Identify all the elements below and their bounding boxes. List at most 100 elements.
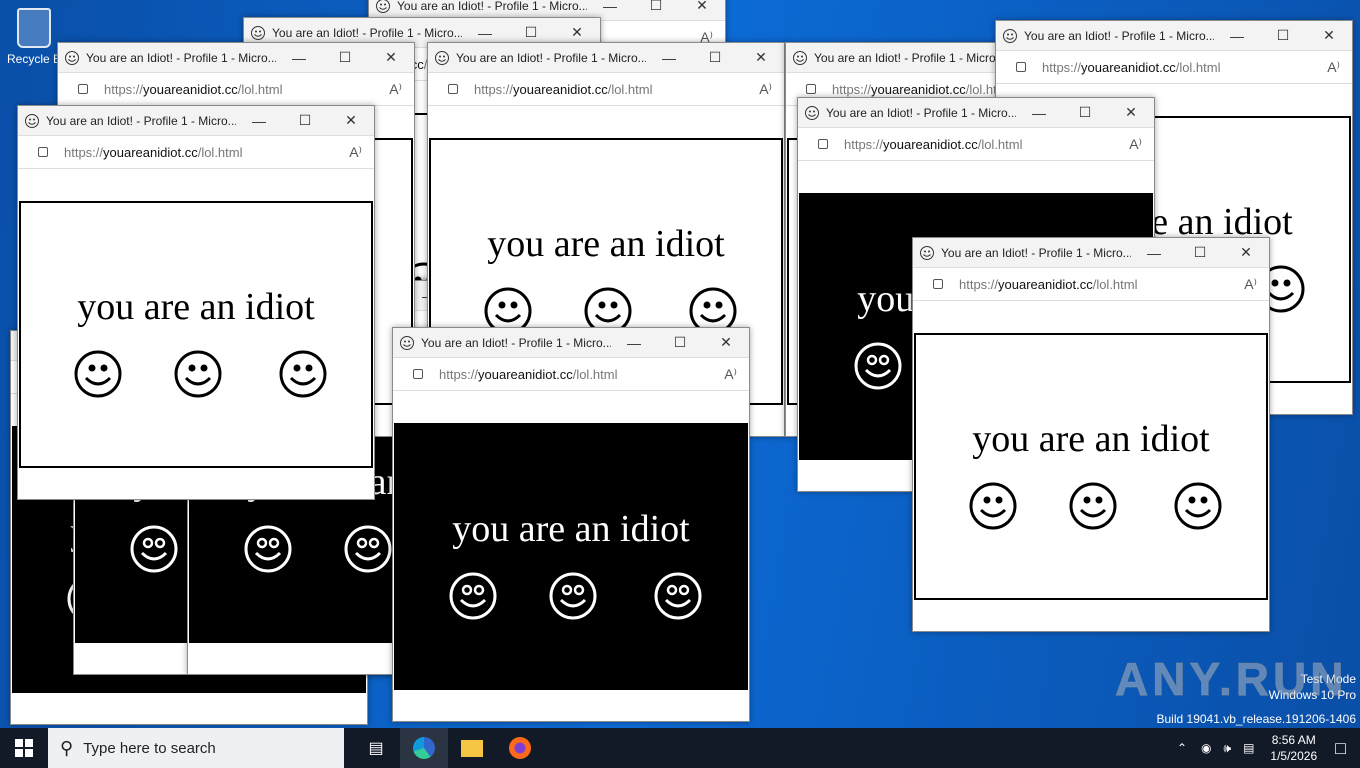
close-button[interactable]: ✕ <box>554 24 600 41</box>
close-button[interactable]: ✕ <box>703 334 749 351</box>
idiot-message: you are an idiot <box>972 418 1210 460</box>
idiot-page-content: you are an idiot <box>19 201 373 468</box>
firefox-icon <box>509 737 531 759</box>
close-button[interactable]: ✕ <box>1223 244 1269 261</box>
search-icon: ⚲ <box>60 737 74 758</box>
chevron-up-icon[interactable]: ⌃ <box>1177 741 1187 755</box>
maximize-button[interactable]: ☐ <box>657 334 703 351</box>
maximize-button[interactable]: ☐ <box>1260 27 1306 44</box>
title-bar[interactable]: You are an Idiot! - Profile 1 - Micro...… <box>913 238 1269 267</box>
url-scheme: https:// <box>439 366 479 382</box>
read-aloud-icon[interactable]: A⁾ <box>349 144 362 161</box>
volume-icon[interactable]: 🕪 <box>1224 741 1232 756</box>
meet-icon[interactable]: ◉ <box>1201 741 1211 755</box>
url-text[interactable]: https://youareanidiot.cc/lol.html <box>474 82 759 97</box>
title-bar[interactable]: You are an Idiot! - Profile 1 - Micro...… <box>393 328 749 357</box>
url-scheme: https:// <box>64 144 104 160</box>
url-text[interactable]: https://youareanidiot.cc/lol.html <box>959 277 1244 292</box>
read-aloud-icon[interactable]: A⁾ <box>389 81 402 98</box>
read-aloud-icon[interactable]: A⁾ <box>724 366 737 383</box>
title-bar[interactable]: You are an Idiot! - Profile 1 - Micro...… <box>996 21 1352 50</box>
close-button[interactable]: ✕ <box>1306 27 1352 44</box>
read-aloud-icon[interactable]: A⁾ <box>1129 136 1142 153</box>
read-aloud-icon[interactable]: A⁾ <box>759 81 772 98</box>
maximize-button[interactable]: ☐ <box>1177 244 1223 261</box>
smiley-favicon-icon <box>435 50 449 65</box>
minimize-button[interactable]: — <box>611 335 657 351</box>
window-title: You are an Idiot! - Profile 1 - Micro... <box>814 50 1004 65</box>
close-button[interactable]: ✕ <box>738 49 784 66</box>
minimize-button[interactable]: — <box>1214 28 1260 44</box>
maximize-button[interactable]: ☐ <box>508 24 554 41</box>
system-tray: ⌃ ◉ 🕪 ▤ 8:56 AM 1/5/2026 □ <box>1169 728 1360 768</box>
url-text[interactable]: https://youareanidiot.cc/lol.html <box>1042 60 1327 75</box>
network-icon[interactable]: ▤ <box>1243 741 1254 755</box>
start-button[interactable] <box>0 728 48 768</box>
browser-window[interactable]: You are an Idiot! - Profile 1 - Micro...… <box>912 237 1270 632</box>
idiot-message: you are an idiot <box>77 286 315 328</box>
firefox-button[interactable] <box>496 728 544 768</box>
clock[interactable]: 8:56 AM 1/5/2026 <box>1270 732 1317 764</box>
close-button[interactable]: ✕ <box>328 112 374 129</box>
minimize-button[interactable]: — <box>1016 105 1062 121</box>
address-bar[interactable]: https://youareanidiot.cc/lol.html A⁾ <box>996 50 1352 84</box>
close-button[interactable]: ✕ <box>368 49 414 66</box>
window-title: You are an Idiot! - Profile 1 - Micro... <box>46 113 236 128</box>
edge-icon <box>413 737 435 759</box>
url-host: youareanidiot.cc <box>883 136 978 152</box>
maximize-button[interactable]: ☐ <box>692 49 738 66</box>
read-aloud-icon[interactable]: A⁾ <box>1327 59 1340 76</box>
minimize-button[interactable]: — <box>646 50 692 66</box>
url-text[interactable]: https://youareanidiot.cc/lol.html <box>104 82 389 97</box>
address-bar[interactable]: https://youareanidiot.cc/lol.html A⁾ <box>58 72 414 106</box>
maximize-button[interactable]: ☐ <box>322 49 368 66</box>
browser-window[interactable]: You are an Idiot! - Profile 1 - Micro...… <box>392 327 750 722</box>
window-title: You are an Idiot! - Profile 1 - Micro... <box>86 50 276 65</box>
maximize-button[interactable]: ☐ <box>633 0 679 14</box>
title-bar[interactable]: You are an Idiot! - Profile 1 - Micro...… <box>18 106 374 135</box>
url-scheme: https:// <box>844 136 884 152</box>
close-button[interactable]: ✕ <box>1108 104 1154 121</box>
file-explorer-button[interactable] <box>448 728 496 768</box>
url-scheme: https:// <box>474 81 514 97</box>
read-aloud-icon[interactable]: A⁾ <box>1244 276 1257 293</box>
minimize-button[interactable]: — <box>276 50 322 66</box>
url-host: youareanidiot.cc <box>998 276 1093 292</box>
recycle-bin-shortcut[interactable]: Recycle B <box>4 8 64 66</box>
maximize-button[interactable]: ☐ <box>1062 104 1108 121</box>
task-view-button[interactable]: ▤ <box>352 728 400 768</box>
edge-taskbar-button[interactable] <box>400 728 448 768</box>
url-path: /lol.html <box>572 366 618 382</box>
close-button[interactable]: ✕ <box>679 0 725 14</box>
title-bar[interactable]: You are an Idiot! - Profile 1 - Micro...… <box>428 43 784 72</box>
smiley-favicon-icon <box>251 25 265 40</box>
idiot-message: you are an idiot <box>487 223 725 265</box>
address-bar[interactable]: https://youareanidiot.cc/lol.html A⁾ <box>428 72 784 106</box>
smiley-favicon-icon <box>65 50 79 65</box>
url-text[interactable]: https://youareanidiot.cc/lol.html <box>439 367 724 382</box>
smiley-favicon-icon <box>805 105 819 120</box>
url-host: youareanidiot.cc <box>871 81 966 97</box>
maximize-button[interactable]: ☐ <box>282 112 328 129</box>
address-bar[interactable]: https://youareanidiot.cc/lol.html A⁾ <box>18 135 374 169</box>
minimize-button[interactable]: — <box>236 113 282 129</box>
browser-window[interactable]: You are an Idiot! - Profile 1 - Micro...… <box>17 105 375 500</box>
idiot-page-content: you are an idiot <box>914 333 1268 600</box>
address-bar[interactable]: https://youareanidiot.cc/lol.html A⁾ <box>393 357 749 391</box>
url-host: youareanidiot.cc <box>143 81 238 97</box>
url-path: /lol.html <box>1092 276 1138 292</box>
url-text[interactable]: https://youareanidiot.cc/lol.html <box>844 137 1129 152</box>
idiot-page-content: you are an idiot <box>394 423 748 690</box>
minimize-button[interactable]: — <box>462 25 508 41</box>
address-bar[interactable]: https://youareanidiot.cc/lol.html A⁾ <box>798 127 1154 161</box>
idiot-message: you are an idiot <box>452 508 690 550</box>
title-bar[interactable]: You are an Idiot! - Profile 1 - Micro...… <box>58 43 414 72</box>
search-box[interactable]: ⚲ Type here to search <box>48 728 344 768</box>
title-bar[interactable]: You are an Idiot! - Profile 1 - Micro...… <box>798 98 1154 127</box>
minimize-button[interactable]: — <box>1131 245 1177 261</box>
minimize-button[interactable]: — <box>587 0 633 14</box>
smiley-icon <box>130 525 178 573</box>
notifications-icon[interactable]: □ <box>1335 738 1346 759</box>
address-bar[interactable]: https://youareanidiot.cc/lol.html A⁾ <box>913 267 1269 301</box>
url-text[interactable]: https://youareanidiot.cc/lol.html <box>64 145 349 160</box>
